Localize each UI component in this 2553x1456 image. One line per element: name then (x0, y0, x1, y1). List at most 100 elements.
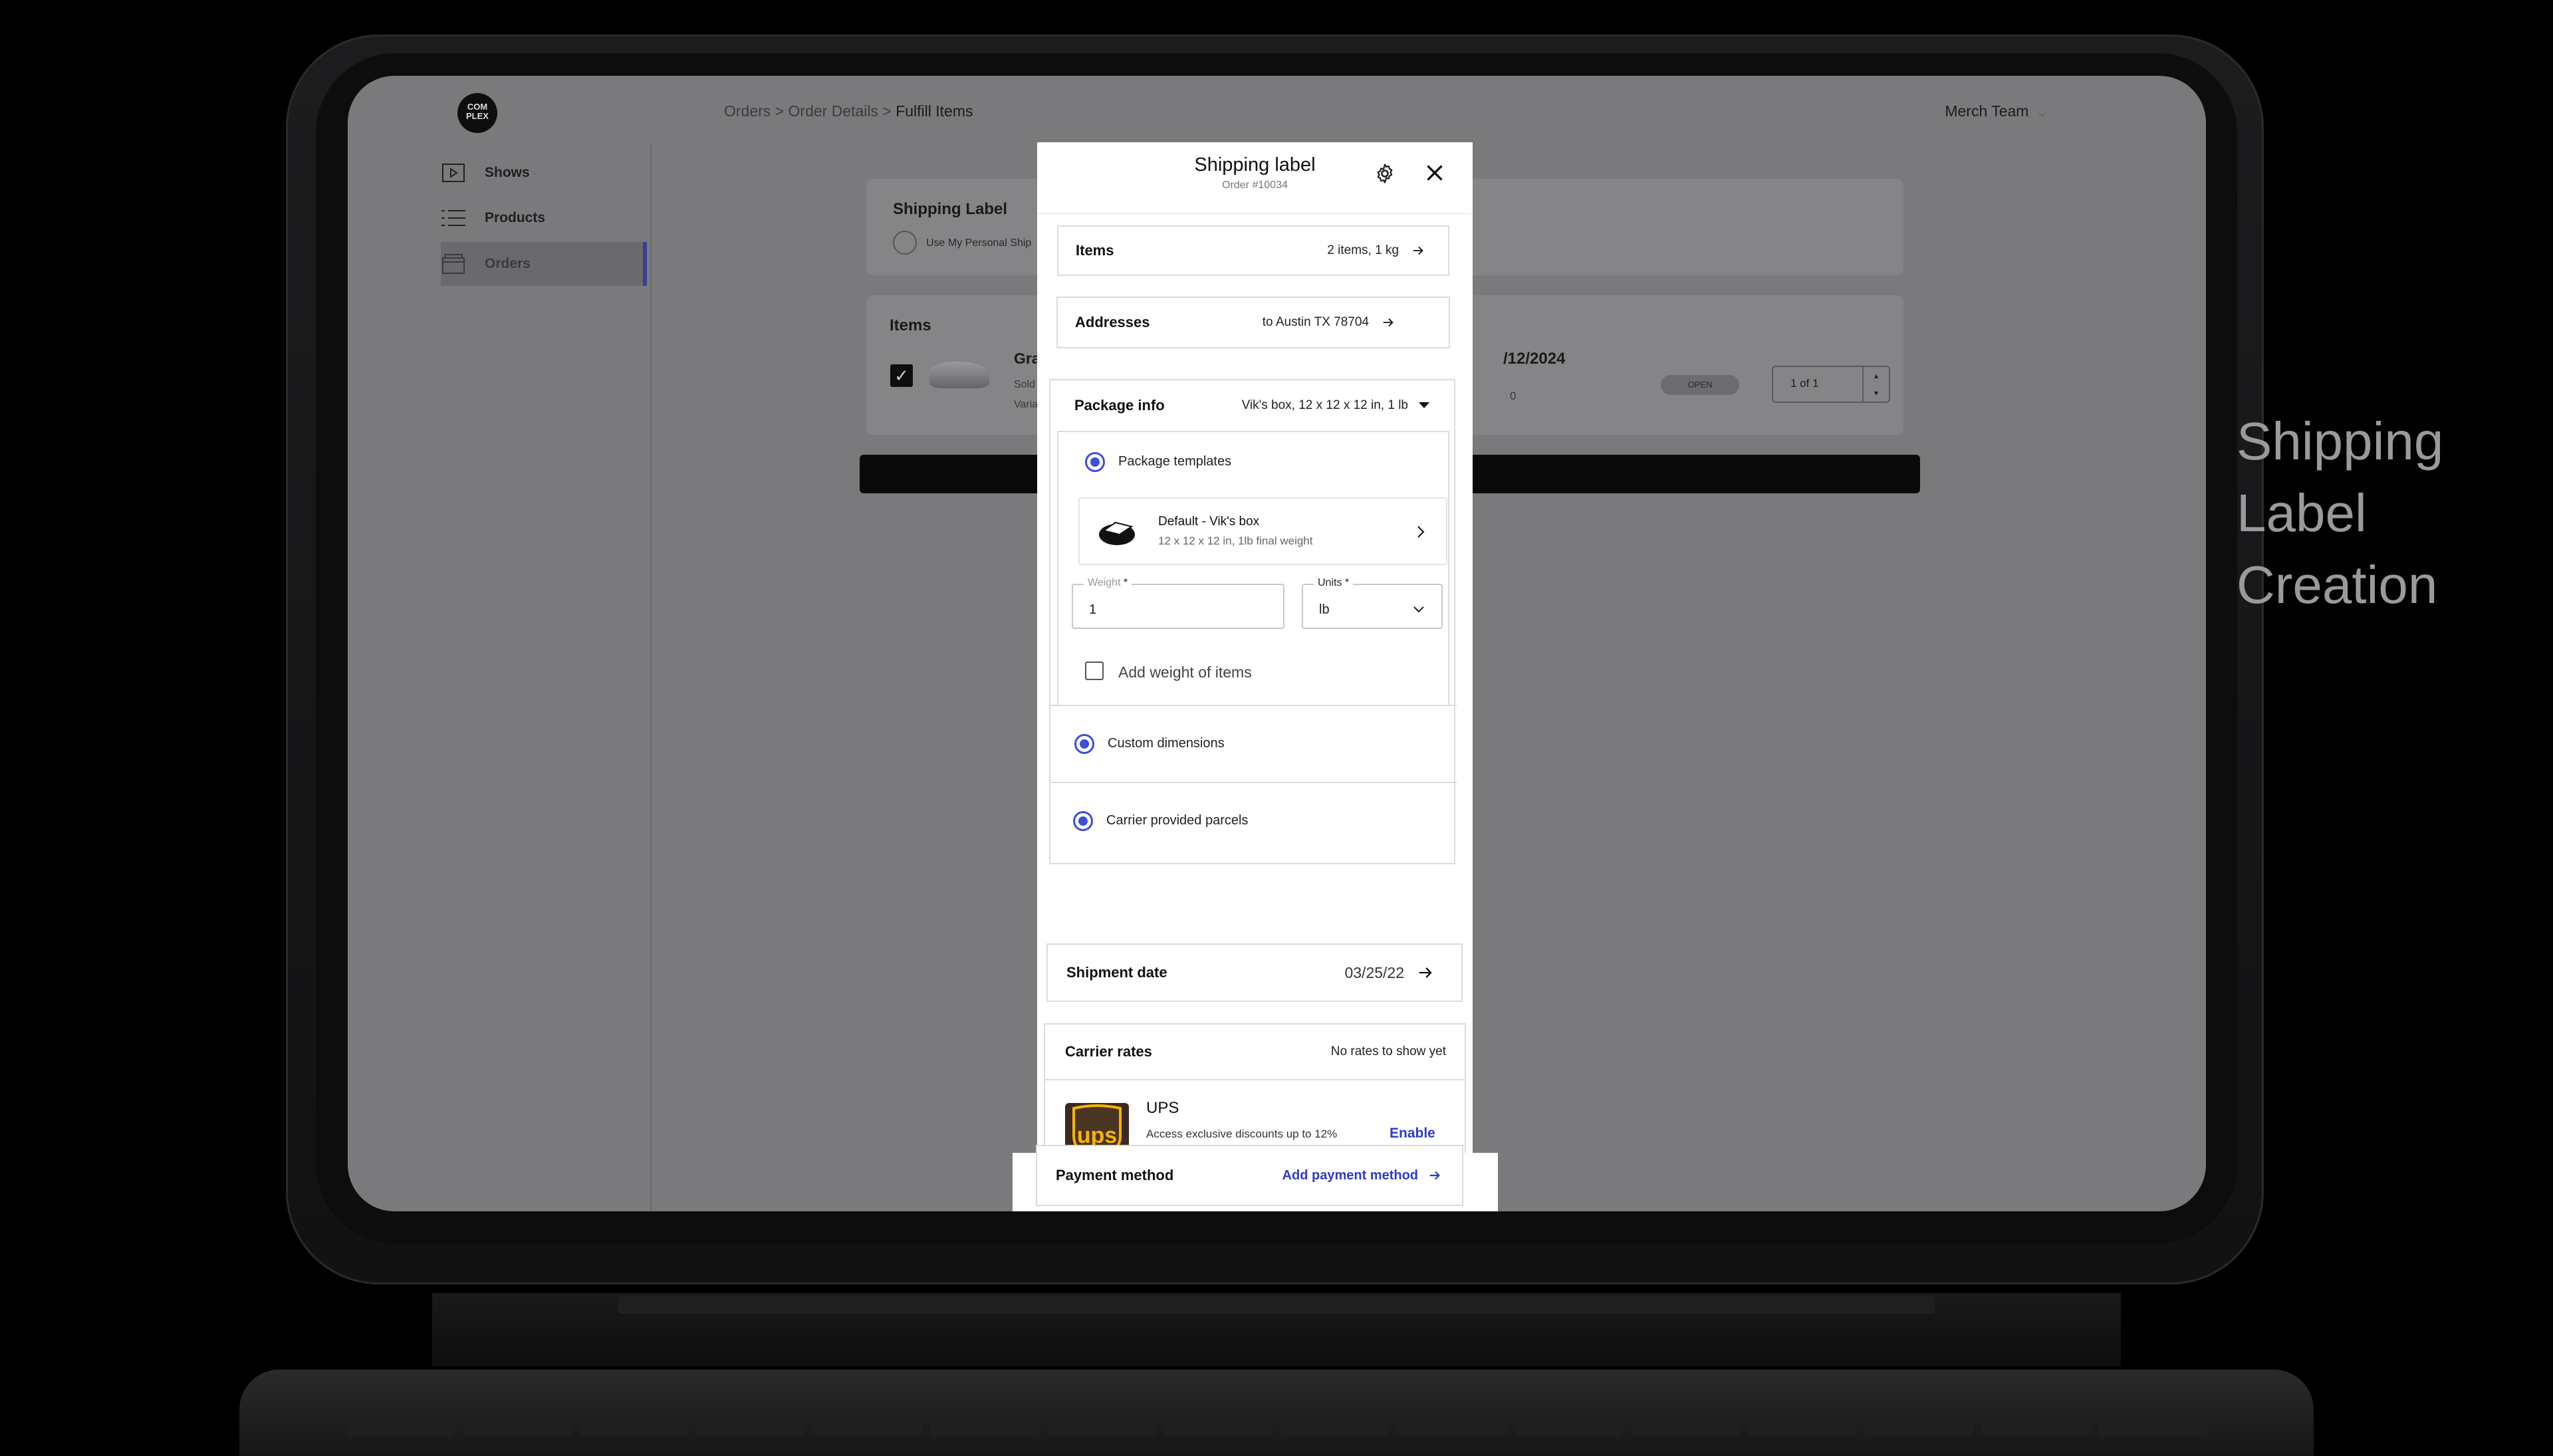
brand-logo[interactable]: COM PLEX (457, 93, 497, 133)
item-checkbox[interactable]: ✓ (890, 364, 913, 387)
addresses-row[interactable]: Addresses to Austin TX 78704 (1056, 297, 1450, 348)
product-thumbnail (929, 362, 989, 388)
addresses-row-label: Addresses (1075, 314, 1150, 330)
package-info-label: Package info (1074, 397, 1165, 414)
stepper-up-icon[interactable]: ▴ (1864, 367, 1889, 384)
item-count: 0 (1510, 390, 1517, 402)
keyboard-keys (346, 1419, 2207, 1436)
breadcrumb: Orders > Order Details > Fulfill Items (724, 102, 973, 120)
items-row[interactable]: Items 2 items, 1 kg (1057, 225, 1449, 276)
package-info-header[interactable]: Package info Vik's box, 12 x 12 x 12 in,… (1057, 380, 1449, 432)
team-menu[interactable]: Merch Team ⌵ (1945, 102, 2046, 120)
package-template-card[interactable]: Default - Vik's box 12 x 12 x 12 in, 1lb… (1078, 497, 1447, 565)
addresses-row-value: to Austin TX 78704 (1262, 315, 1369, 329)
modal-header: Shipping label Order #10034 (1037, 142, 1473, 214)
required-mark: * (1344, 577, 1350, 588)
arrow-right-icon (1383, 318, 1394, 327)
weight-field[interactable]: Weight * 1 (1072, 577, 1284, 629)
caption-line: Shipping (2237, 412, 2444, 471)
add-weight-label: Add weight of items (1118, 664, 1252, 681)
add-payment-method-label: Add payment method (1282, 1167, 1418, 1183)
package-templates-radio[interactable] (1085, 452, 1105, 472)
sidebar-item-label: Products (485, 210, 546, 225)
card-title: Shipping Label (893, 200, 1007, 218)
sidebar-item-products[interactable]: Products (441, 196, 647, 240)
breadcrumb-sep: > (771, 102, 789, 120)
stepper-buttons[interactable]: ▴ ▾ (1862, 367, 1889, 402)
units-label-wrap: Units * (1314, 577, 1354, 589)
breadcrumb-current: Fulfill Items (896, 102, 973, 120)
hinge-strip (618, 1296, 1935, 1314)
carrier-parcels-label: Carrier provided parcels (1106, 813, 1249, 828)
carrier-parcels-radio[interactable] (1073, 811, 1093, 831)
caption-line: Label (2237, 483, 2367, 543)
personal-shipping-radio[interactable] (893, 231, 917, 255)
sidebar-item-label: Shows (485, 165, 530, 180)
shipment-date-row[interactable]: Shipment date 03/25/22 (1046, 943, 1463, 1002)
top-bar: COM PLEX Orders > Order Details > Fulfil… (348, 76, 2206, 142)
quantity-value: 1 of 1 (1790, 377, 1819, 390)
weight-input[interactable]: 1 (1089, 602, 1096, 618)
add-payment-method-link[interactable]: Add payment method (1282, 1168, 1442, 1183)
gear-icon[interactable] (1374, 162, 1396, 185)
chevron-down-icon: ⌵ (2038, 108, 2046, 119)
caption-line: Creation (2237, 555, 2438, 614)
arrow-right-icon (1413, 246, 1423, 255)
payment-method-row[interactable]: Payment method Add payment method (1036, 1145, 1463, 1206)
list-icon (441, 207, 466, 229)
breadcrumb-orders[interactable]: Orders (724, 102, 771, 120)
team-name: Merch Team (1945, 102, 2029, 120)
carrier-rates-value: No rates to show yet (1330, 1044, 1446, 1058)
modal-title: Shipping label (1194, 154, 1316, 176)
add-weight-checkbox[interactable] (1085, 662, 1104, 680)
template-desc: 12 x 12 x 12 in, 1lb final weight (1158, 535, 1313, 547)
custom-dimensions-option[interactable]: Custom dimensions (1050, 705, 1457, 782)
caret-down-icon (1419, 402, 1429, 409)
shipping-label-modal: Shipping label Order #10034 Items 2 item… (1037, 142, 1473, 1211)
shipment-date-value-wrap: 03/25/22 (1344, 963, 1435, 982)
carrier-rates-header: Carrier rates No rates to show yet (1045, 1025, 1465, 1080)
card-title: Items (890, 316, 931, 334)
order-date: /12/2024 (1503, 350, 1566, 368)
units-select[interactable]: Units * lb (1302, 577, 1443, 629)
package-info-value: Vik's box, 12 x 12 x 12 in, 1 lb (1241, 398, 1408, 412)
shipment-date-label: Shipment date (1066, 964, 1167, 981)
weight-label-wrap: Weight * (1084, 577, 1132, 589)
carrier-rates-label: Carrier rates (1065, 1043, 1152, 1060)
items-row-value: 2 items, 1 kg (1327, 243, 1399, 257)
screen: COM PLEX Orders > Order Details > Fulfil… (348, 76, 2206, 1211)
template-name: Default - Vik's box (1158, 515, 1260, 529)
stepper-down-icon[interactable]: ▾ (1864, 384, 1889, 402)
breadcrumb-sep: > (878, 102, 896, 120)
items-row-label: Items (1076, 242, 1114, 259)
units-value: lb (1319, 602, 1330, 617)
breadcrumb-order-details[interactable]: Order Details (789, 102, 878, 120)
package-templates-label: Package templates (1118, 454, 1232, 469)
carrier-parcels-option[interactable]: Carrier provided parcels (1050, 782, 1457, 863)
order-number: Order #10034 (1222, 180, 1288, 191)
sidebar-item-shows[interactable]: Shows (441, 151, 647, 195)
items-row-value-wrap: 2 items, 1 kg (1327, 243, 1425, 258)
enable-carrier-button[interactable]: Enable (1390, 1126, 1435, 1142)
close-icon[interactable] (1423, 161, 1447, 185)
package-info-value-wrap: Vik's box, 12 x 12 x 12 in, 1 lb (1242, 398, 1429, 413)
sidebar-item-orders[interactable]: Orders (441, 242, 647, 286)
shipment-date-value: 03/25/22 (1344, 963, 1404, 981)
chevron-down-icon (1413, 606, 1424, 613)
carrier-desc: Access exclusive discounts up to 12% (1146, 1128, 1338, 1140)
package-options: Package templates Default - Vik's box 12… (1057, 432, 1449, 705)
status-badge: OPEN (1661, 375, 1739, 395)
arrow-right-icon (1429, 1171, 1440, 1180)
quantity-stepper[interactable]: 1 of 1 ▴ ▾ (1772, 366, 1890, 403)
sidebar: Shows Products Orders (348, 142, 648, 1211)
payment-method-label: Payment method (1056, 1167, 1174, 1183)
weight-label: Weight (1088, 577, 1121, 588)
units-label: Units (1318, 577, 1342, 588)
custom-dimensions-radio[interactable] (1074, 734, 1094, 754)
keyboard (239, 1370, 2314, 1456)
slide-caption: Shipping Label Creation (2237, 406, 2443, 621)
package-icon (1099, 521, 1135, 545)
radio-label: Use My Personal Ship (926, 237, 1032, 249)
carrier-name: UPS (1146, 1099, 1179, 1117)
addresses-row-value-wrap: to Austin TX 78704 (1263, 315, 1396, 330)
